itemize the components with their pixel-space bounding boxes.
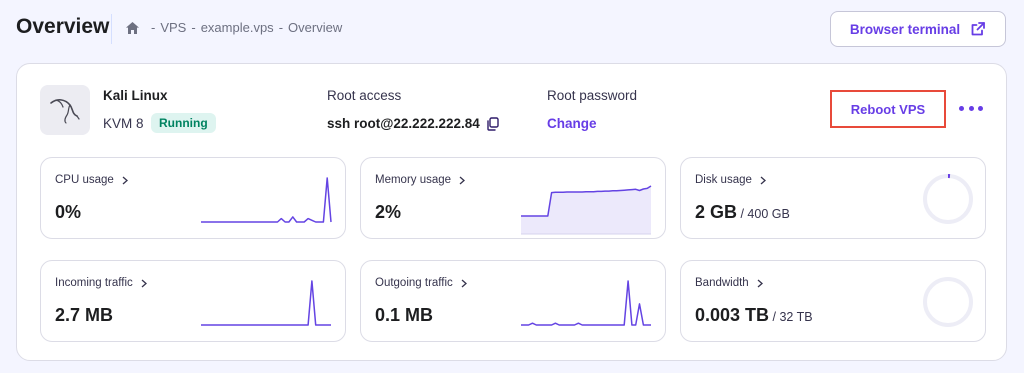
chevron-right-icon — [760, 176, 766, 185]
series-line — [201, 177, 332, 223]
reboot-vps-button[interactable]: Reboot VPS — [830, 90, 946, 128]
bandwidth-tile[interactable]: Bandwidth 0.003 TB / 32 TB — [680, 260, 986, 342]
breadcrumb-item-vps[interactable]: VPS — [160, 20, 186, 35]
kali-dragon-logo — [50, 99, 80, 124]
tile-label: Memory usage — [375, 174, 466, 186]
external-link-icon — [971, 22, 986, 36]
chevron-right-icon — [461, 279, 467, 288]
breadcrumb-separator: - — [191, 20, 196, 35]
root-password-label: Root password — [547, 88, 638, 103]
top-bar: Overview - VPS - example.vps - Overview … — [0, 0, 1024, 58]
area-fill — [521, 186, 651, 234]
ssh-command: ssh root@22.222.222.84 — [327, 116, 480, 131]
breadcrumb-separator: - — [151, 20, 156, 35]
more-dots-icon[interactable] — [959, 98, 983, 118]
ring-track — [923, 174, 973, 224]
tile-value: 0% — [55, 202, 82, 222]
disk-usage-ring — [923, 174, 973, 224]
breadcrumb-item-current: Overview — [288, 20, 343, 35]
bandwidth-ring — [923, 277, 973, 327]
cpu-usage-chart — [201, 177, 332, 223]
cpu-usage-tile[interactable]: CPU usage 0% — [40, 157, 346, 239]
outgoing-traffic-tile[interactable]: Outgoing traffic 0.1 MB — [360, 260, 666, 342]
chevron-right-icon — [122, 176, 128, 185]
browser-terminal-label: Browser terminal — [849, 21, 961, 37]
memory-usage-chart — [521, 185, 652, 235]
breadcrumb-separator: - — [278, 20, 284, 35]
chevron-right-icon — [459, 176, 466, 185]
tile-value: 0.003 TB / 32 TB — [695, 305, 813, 325]
tile-value: 2% — [375, 202, 402, 222]
title-divider — [111, 14, 112, 44]
vps-overview-card: Kali Linux KVM 8 Running Root access ssh… — [16, 63, 1007, 361]
copy-icon[interactable] — [486, 116, 499, 131]
chevron-right-icon — [757, 279, 763, 288]
incoming-traffic-tile[interactable]: Incoming traffic 2.7 MB — [40, 260, 346, 342]
os-name: Kali Linux — [103, 88, 168, 103]
series-line — [521, 280, 651, 326]
disk-usage-tile[interactable]: Disk usage 2 GB / 400 GB — [680, 157, 986, 239]
tile-label: Outgoing traffic — [375, 277, 467, 289]
tile-label: Incoming traffic — [55, 277, 147, 289]
root-access-label: Root access — [327, 88, 402, 103]
ring-track — [923, 277, 973, 327]
chevron-right-icon — [141, 279, 147, 288]
tile-value: 0.1 MB — [375, 305, 434, 325]
tile-label: CPU usage — [55, 174, 128, 186]
browser-terminal-button[interactable]: Browser terminal — [830, 11, 1006, 47]
root-access-value: ssh root@22.222.222.84 — [327, 116, 499, 131]
tile-label: Bandwidth — [695, 277, 763, 289]
incoming-traffic-chart — [201, 280, 331, 326]
outgoing-traffic-chart — [521, 280, 651, 326]
status-badge: Running — [151, 113, 216, 133]
home-icon[interactable] — [125, 21, 140, 35]
tile-value: 2.7 MB — [55, 305, 114, 325]
plan-name: KVM 8 — [103, 116, 144, 131]
os-logo — [40, 85, 90, 135]
tile-label: Disk usage — [695, 174, 766, 186]
breadcrumb-item-host[interactable]: example.vps — [201, 20, 274, 35]
series-line — [201, 280, 331, 326]
tile-value: 2 GB / 400 GB — [695, 202, 790, 222]
page-title: Overview — [16, 15, 110, 38]
change-password-link[interactable]: Change — [547, 116, 597, 131]
memory-usage-tile[interactable]: Memory usage 2% — [360, 157, 666, 239]
breadcrumb: - VPS - example.vps - Overview — [125, 20, 342, 35]
